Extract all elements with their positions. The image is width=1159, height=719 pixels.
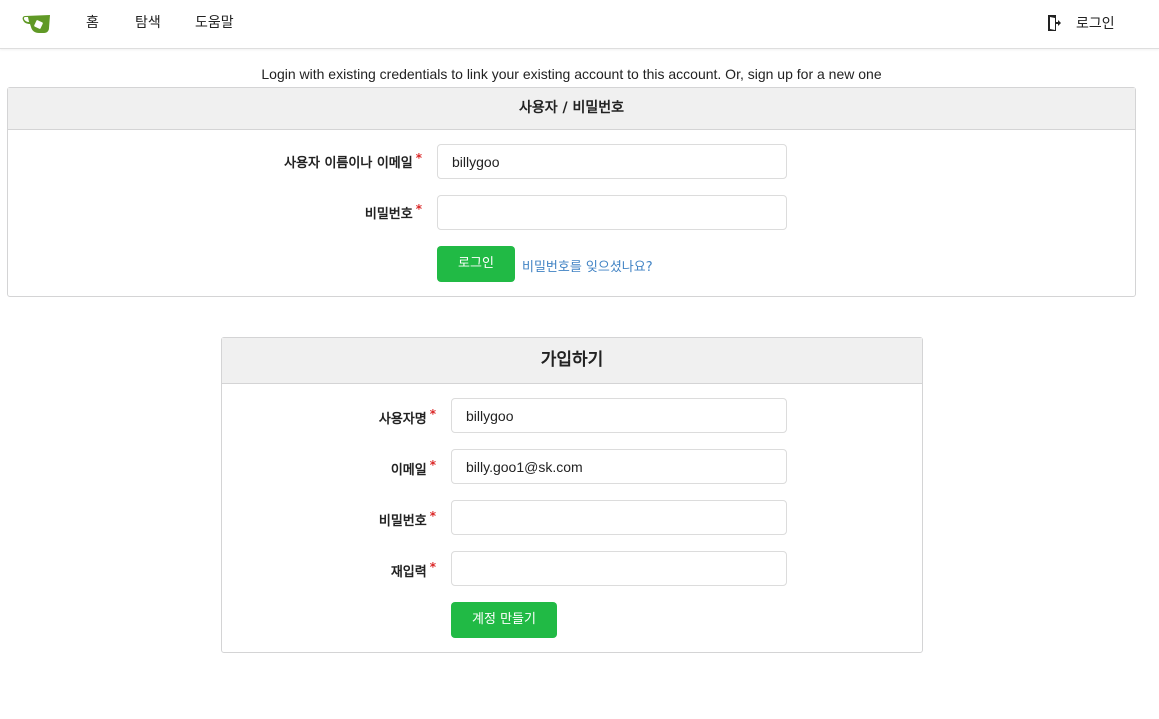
signup-retype-label: 재입력 * bbox=[390, 560, 436, 580]
required-mark: * bbox=[429, 458, 436, 472]
required-mark: * bbox=[415, 202, 422, 216]
signup-email-label: 이메일 * bbox=[390, 458, 436, 478]
required-mark: * bbox=[429, 407, 436, 421]
forgot-password-link[interactable]: 비밀번호를 잊으셨나요? bbox=[522, 256, 653, 275]
link-account-notice: Login with existing credentials to link … bbox=[261, 66, 882, 82]
nav-login-label: 로그인 bbox=[1076, 16, 1115, 32]
nav-home-link[interactable]: 홈 bbox=[86, 14, 99, 32]
signup-password-input[interactable] bbox=[451, 500, 787, 535]
signin-password-input[interactable] bbox=[437, 195, 787, 230]
gitea-logo-icon[interactable] bbox=[22, 12, 52, 34]
signin-password-label: 비밀번호 * bbox=[364, 202, 422, 222]
required-mark: * bbox=[415, 151, 422, 165]
signin-button[interactable]: 로그인 bbox=[437, 246, 515, 282]
signup-username-input[interactable] bbox=[451, 398, 787, 433]
required-mark: * bbox=[429, 560, 436, 574]
signup-email-input[interactable] bbox=[451, 449, 787, 484]
signup-retype-input[interactable] bbox=[451, 551, 787, 586]
nav-login-link[interactable]: 로그인 bbox=[1047, 13, 1115, 33]
signup-username-label: 사용자명 * bbox=[378, 407, 436, 427]
signin-header: 사용자 / 비밀번호 bbox=[8, 88, 1135, 130]
signup-password-label: 비밀번호 * bbox=[378, 509, 436, 529]
create-account-button[interactable]: 계정 만들기 bbox=[451, 602, 557, 638]
nav-explore-link[interactable]: 탐색 bbox=[135, 14, 161, 32]
required-mark: * bbox=[429, 509, 436, 523]
signin-username-input[interactable] bbox=[437, 144, 787, 179]
signup-box: 가입하기 bbox=[221, 337, 923, 653]
top-navbar: 홈 탐색 도움말 로그인 bbox=[0, 0, 1159, 49]
signup-header: 가입하기 bbox=[222, 338, 922, 384]
signin-username-label: 사용자 이름이나 이메일 * bbox=[284, 151, 422, 171]
nav-help-link[interactable]: 도움말 bbox=[195, 14, 234, 32]
sign-in-icon bbox=[1047, 14, 1061, 32]
